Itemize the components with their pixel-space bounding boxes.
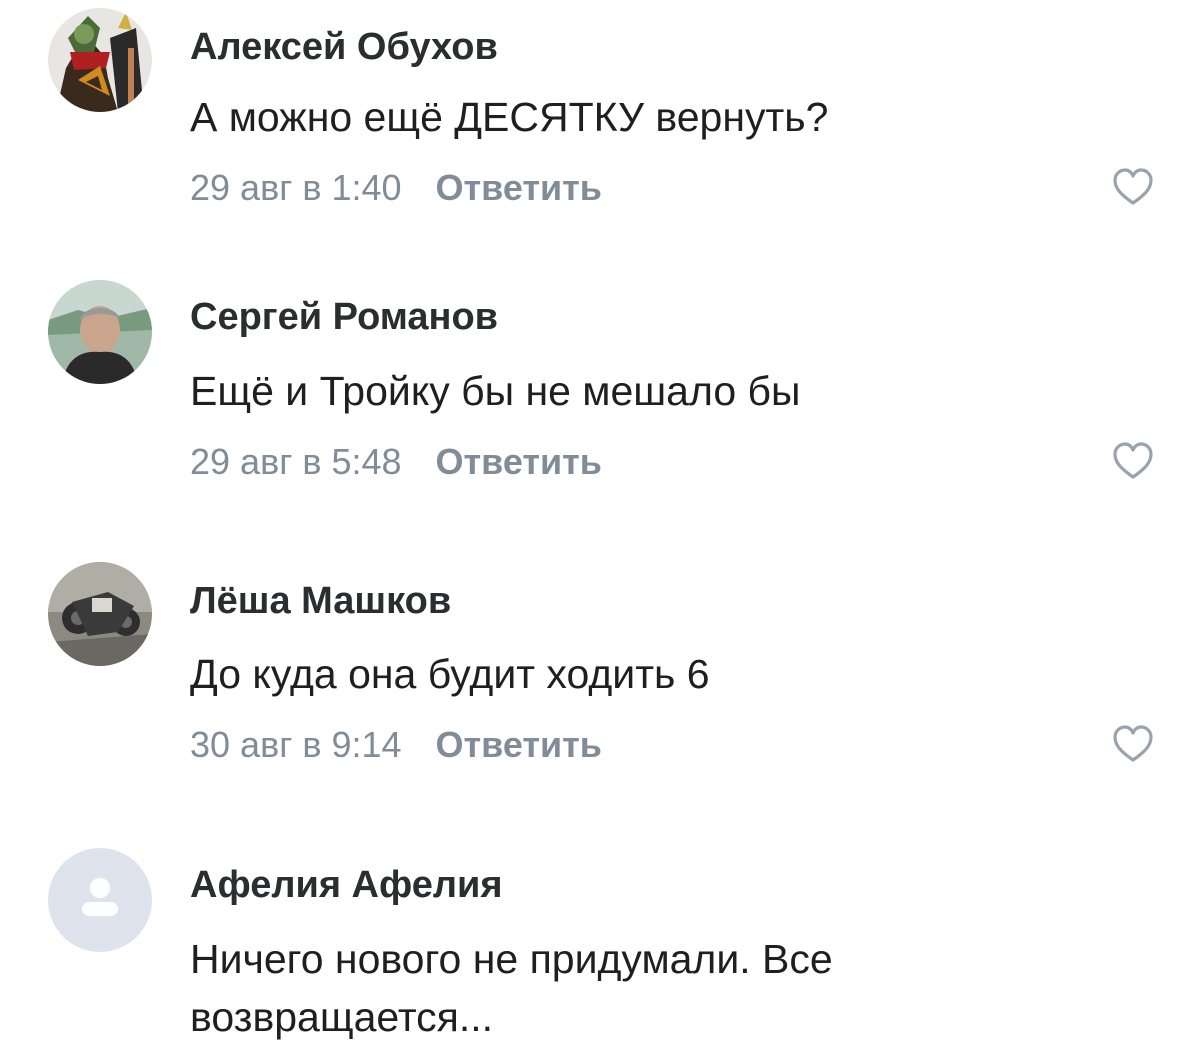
comment-author[interactable]: Сергей Романов [190,298,498,336]
avatar[interactable] [48,562,152,666]
comment-author[interactable]: Лёша Машков [190,582,451,620]
comment-text: Ещё и Тройку бы не мешало бы [190,368,801,414]
comment-meta: 29 авг в 1:40 Ответить [190,170,602,206]
heart-outline-icon[interactable] [1112,442,1154,480]
comment-meta: 30 авг в 9:14 Ответить [190,727,602,763]
reply-button[interactable]: Ответить [436,724,602,765]
reply-button[interactable]: Ответить [436,167,602,208]
comment-date[interactable]: 29 авг в 5:48 [190,441,402,482]
comment-meta: 29 авг в 5:48 Ответить [190,444,602,480]
avatar[interactable] [48,848,152,952]
comment-text: До куда она будит ходить 6 [190,651,710,697]
heart-outline-icon[interactable] [1112,725,1154,763]
comment-date[interactable]: 29 авг в 1:40 [190,167,402,208]
comment-date[interactable]: 30 авг в 9:14 [190,724,402,765]
avatar[interactable] [48,280,152,384]
comment-text: Ничего нового не придумали. Все возвраща… [190,936,833,1040]
heart-outline-icon[interactable] [1112,168,1154,206]
comment-text: А можно ещё ДЕСЯТКУ вернуть? [190,94,829,140]
reply-button[interactable]: Ответить [436,441,602,482]
avatar[interactable] [48,8,152,112]
comment-author[interactable]: Алексей Обухов [190,28,498,66]
comment-author[interactable]: Афелия Афелия [190,866,503,904]
default-user-icon [82,878,118,916]
